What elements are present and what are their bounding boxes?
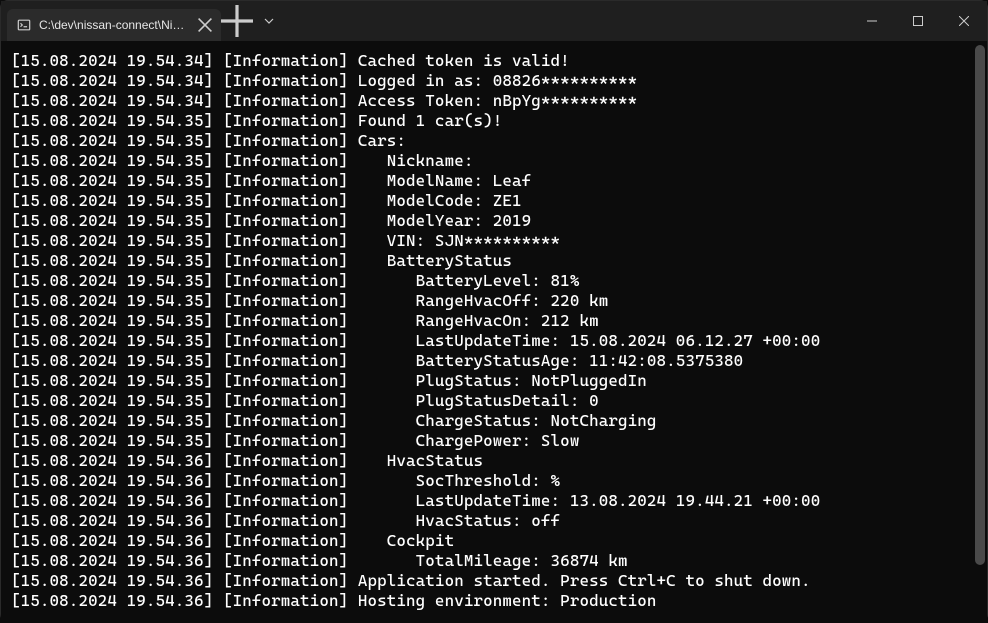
- log-line: [15.08.2024 19.54.36] [Information] Appl…: [11, 571, 973, 591]
- minimize-button[interactable]: [849, 1, 895, 41]
- log-line: [15.08.2024 19.54.36] [Information] Last…: [11, 491, 973, 511]
- log-line: [15.08.2024 19.54.34] [Information] Acce…: [11, 91, 973, 111]
- terminal-area: [15.08.2024 19.54.34] [Information] Cach…: [1, 41, 987, 623]
- log-line: [15.08.2024 19.54.34] [Information] Cach…: [11, 51, 973, 71]
- log-line: [15.08.2024 19.54.35] [Information] Batt…: [11, 251, 973, 271]
- window-controls: [849, 1, 987, 41]
- scrollbar-thumb[interactable]: [975, 45, 985, 565]
- titlebar-drag-area[interactable]: [285, 1, 849, 41]
- log-line: [15.08.2024 19.54.35] [Information] Cars…: [11, 131, 973, 151]
- tab-dropdown-button[interactable]: [253, 1, 285, 41]
- tab-title: C:\dev\nissan-connect\Nissan: [39, 18, 189, 32]
- scrollbar-track[interactable]: [973, 41, 987, 623]
- log-line: [15.08.2024 19.54.35] [Information] Mode…: [11, 171, 973, 191]
- close-button[interactable]: [941, 1, 987, 41]
- log-line: [15.08.2024 19.54.35] [Information] Batt…: [11, 271, 973, 291]
- tab-active[interactable]: C:\dev\nissan-connect\Nissan: [7, 9, 221, 41]
- terminal-output[interactable]: [15.08.2024 19.54.34] [Information] Cach…: [1, 41, 973, 623]
- log-line: [15.08.2024 19.54.36] [Information] Tota…: [11, 551, 973, 571]
- log-line: [15.08.2024 19.54.36] [Information] Hvac…: [11, 511, 973, 531]
- log-line: [15.08.2024 19.54.35] [Information] Mode…: [11, 211, 973, 231]
- log-line: [15.08.2024 19.54.35] [Information] Rang…: [11, 311, 973, 331]
- log-line: [15.08.2024 19.54.35] [Information] Last…: [11, 331, 973, 351]
- log-line: [15.08.2024 19.54.35] [Information] Foun…: [11, 111, 973, 131]
- log-line: [15.08.2024 19.54.35] [Information] Char…: [11, 431, 973, 451]
- log-line: [15.08.2024 19.54.36] [Information] SocT…: [11, 471, 973, 491]
- new-tab-button[interactable]: [221, 1, 253, 41]
- log-line: [15.08.2024 19.54.35] [Information] Plug…: [11, 371, 973, 391]
- log-line: [15.08.2024 19.54.34] [Information] Logg…: [11, 71, 973, 91]
- tab-strip: C:\dev\nissan-connect\Nissan: [1, 1, 221, 41]
- log-line: [15.08.2024 19.54.35] [Information] Batt…: [11, 351, 973, 371]
- log-line: [15.08.2024 19.54.35] [Information] Mode…: [11, 191, 973, 211]
- log-line: [15.08.2024 19.54.35] [Information] VIN:…: [11, 231, 973, 251]
- terminal-icon: [17, 18, 31, 32]
- titlebar[interactable]: C:\dev\nissan-connect\Nissan: [1, 1, 987, 41]
- log-line: [15.08.2024 19.54.35] [Information] Rang…: [11, 291, 973, 311]
- log-line: [15.08.2024 19.54.36] [Information] Host…: [11, 591, 973, 611]
- tab-close-button[interactable]: [197, 17, 213, 33]
- maximize-button[interactable]: [895, 1, 941, 41]
- log-line: [15.08.2024 19.54.35] [Information] Plug…: [11, 391, 973, 411]
- log-line: [15.08.2024 19.54.35] [Information] Nick…: [11, 151, 973, 171]
- log-line: [15.08.2024 19.54.36] [Information] Cock…: [11, 531, 973, 551]
- log-line: [15.08.2024 19.54.35] [Information] Char…: [11, 411, 973, 431]
- log-line: [15.08.2024 19.54.36] [Information] Hvac…: [11, 451, 973, 471]
